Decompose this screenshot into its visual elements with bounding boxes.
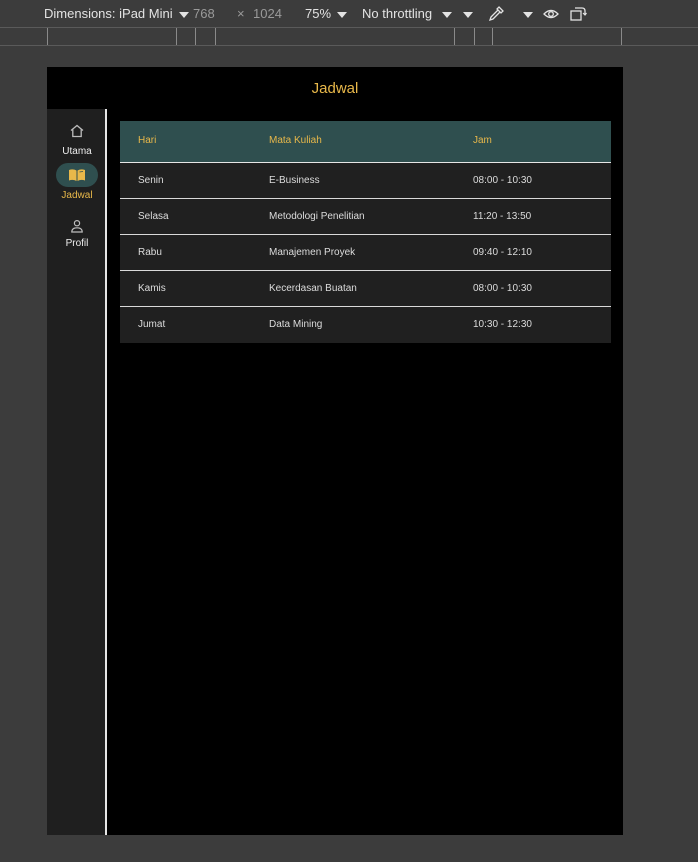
eye-icon[interactable]	[542, 5, 560, 23]
nav-item-label: Profil	[65, 238, 89, 249]
nav-pill	[56, 119, 98, 143]
table-row: Senin E-Business 08:00 - 10:30	[120, 163, 611, 199]
eyedropper-icon[interactable]	[487, 5, 505, 23]
app-header: Jadwal	[47, 67, 623, 109]
cell-jam: 09:40 - 12:10	[473, 247, 532, 258]
table-row: Selasa Metodologi Penelitian 11:20 - 13:…	[120, 199, 611, 235]
chevron-down-icon	[442, 11, 453, 18]
nav-item-utama[interactable]: Utama	[47, 119, 107, 157]
throttling-select[interactable]: No throttling	[362, 6, 453, 21]
cell-jam: 08:00 - 10:30	[473, 175, 532, 186]
throttling-label: No throttling	[362, 6, 433, 21]
nav-item-label: Utama	[62, 146, 92, 157]
media-query-ruler	[0, 28, 698, 46]
ruler-tick	[215, 28, 216, 45]
nav-item-label: Jadwal	[61, 190, 93, 201]
column-header-mata-kuliah: Mata Kuliah	[269, 135, 322, 146]
height-input[interactable]: 1024	[253, 6, 282, 21]
home-icon	[70, 124, 84, 138]
device-select-label: Dimensions: iPad Mini	[44, 6, 173, 21]
column-header-hari: Hari	[138, 135, 157, 146]
table-row: Kamis Kecerdasan Buatan 08:00 - 10:30	[120, 271, 611, 307]
devtools-toolbar: Dimensions: iPad Mini 768 × 1024 75% No …	[0, 0, 698, 28]
cell-hari: Rabu	[138, 247, 162, 258]
table-row: Jumat Data Mining 10:30 - 12:30	[120, 307, 611, 343]
cell-hari: Jumat	[138, 319, 166, 330]
book-icon	[69, 169, 85, 181]
ruler-tick	[492, 28, 493, 45]
times-symbol: ×	[237, 6, 245, 21]
person-icon	[71, 219, 83, 233]
cell-hari: Kamis	[138, 283, 166, 294]
cell-mata-kuliah: Data Mining	[269, 319, 323, 330]
cell-hari: Selasa	[138, 211, 169, 222]
chevron-down-icon	[463, 11, 473, 18]
table-header: Hari Mata Kuliah Jam	[120, 121, 611, 163]
more-options-button[interactable]	[463, 6, 473, 21]
cell-mata-kuliah: Kecerdasan Buatan	[269, 283, 357, 294]
nav-item-profil[interactable]: Profil	[47, 214, 107, 249]
nav-item-jadwal[interactable]: Jadwal	[47, 163, 107, 201]
cell-jam: 08:00 - 10:30	[473, 283, 532, 294]
zoom-label: 75%	[305, 6, 332, 21]
width-input[interactable]: 768	[193, 6, 215, 21]
cell-hari: Senin	[138, 175, 164, 186]
chevron-down-icon	[178, 11, 189, 18]
ruler-tick	[176, 28, 177, 45]
rotate-icon[interactable]	[569, 5, 587, 23]
column-header-jam: Jam	[473, 135, 492, 146]
cell-jam: 10:30 - 12:30	[473, 319, 532, 330]
device-select[interactable]: Dimensions: iPad Mini	[44, 6, 189, 21]
ruler-tick	[47, 28, 48, 45]
options-dropdown-button[interactable]	[523, 6, 533, 21]
cell-mata-kuliah: Manajemen Proyek	[269, 247, 356, 258]
nav-pill-active	[56, 163, 98, 187]
ruler-tick	[454, 28, 455, 45]
zoom-select[interactable]: 75%	[305, 6, 348, 21]
ruler-tick	[195, 28, 196, 45]
cell-mata-kuliah: E-Business	[269, 175, 320, 186]
ruler-tick	[474, 28, 475, 45]
nav-pill	[56, 214, 98, 238]
schedule-table: Hari Mata Kuliah Jam Senin E-Business 08…	[120, 121, 611, 343]
cell-jam: 11:20 - 13:50	[473, 211, 532, 222]
navigation-rail: Utama Jadwal Profil	[47, 109, 107, 835]
ruler-tick	[621, 28, 622, 45]
table-row: Rabu Manajemen Proyek 09:40 - 12:10	[120, 235, 611, 271]
chevron-down-icon	[523, 11, 533, 18]
device-viewport: Jadwal Utama Jadwal Profil Hari Mata Kul…	[47, 67, 623, 835]
cell-mata-kuliah: Metodologi Penelitian	[269, 211, 365, 222]
chevron-down-icon	[337, 11, 348, 18]
page-title: Jadwal	[311, 79, 359, 97]
